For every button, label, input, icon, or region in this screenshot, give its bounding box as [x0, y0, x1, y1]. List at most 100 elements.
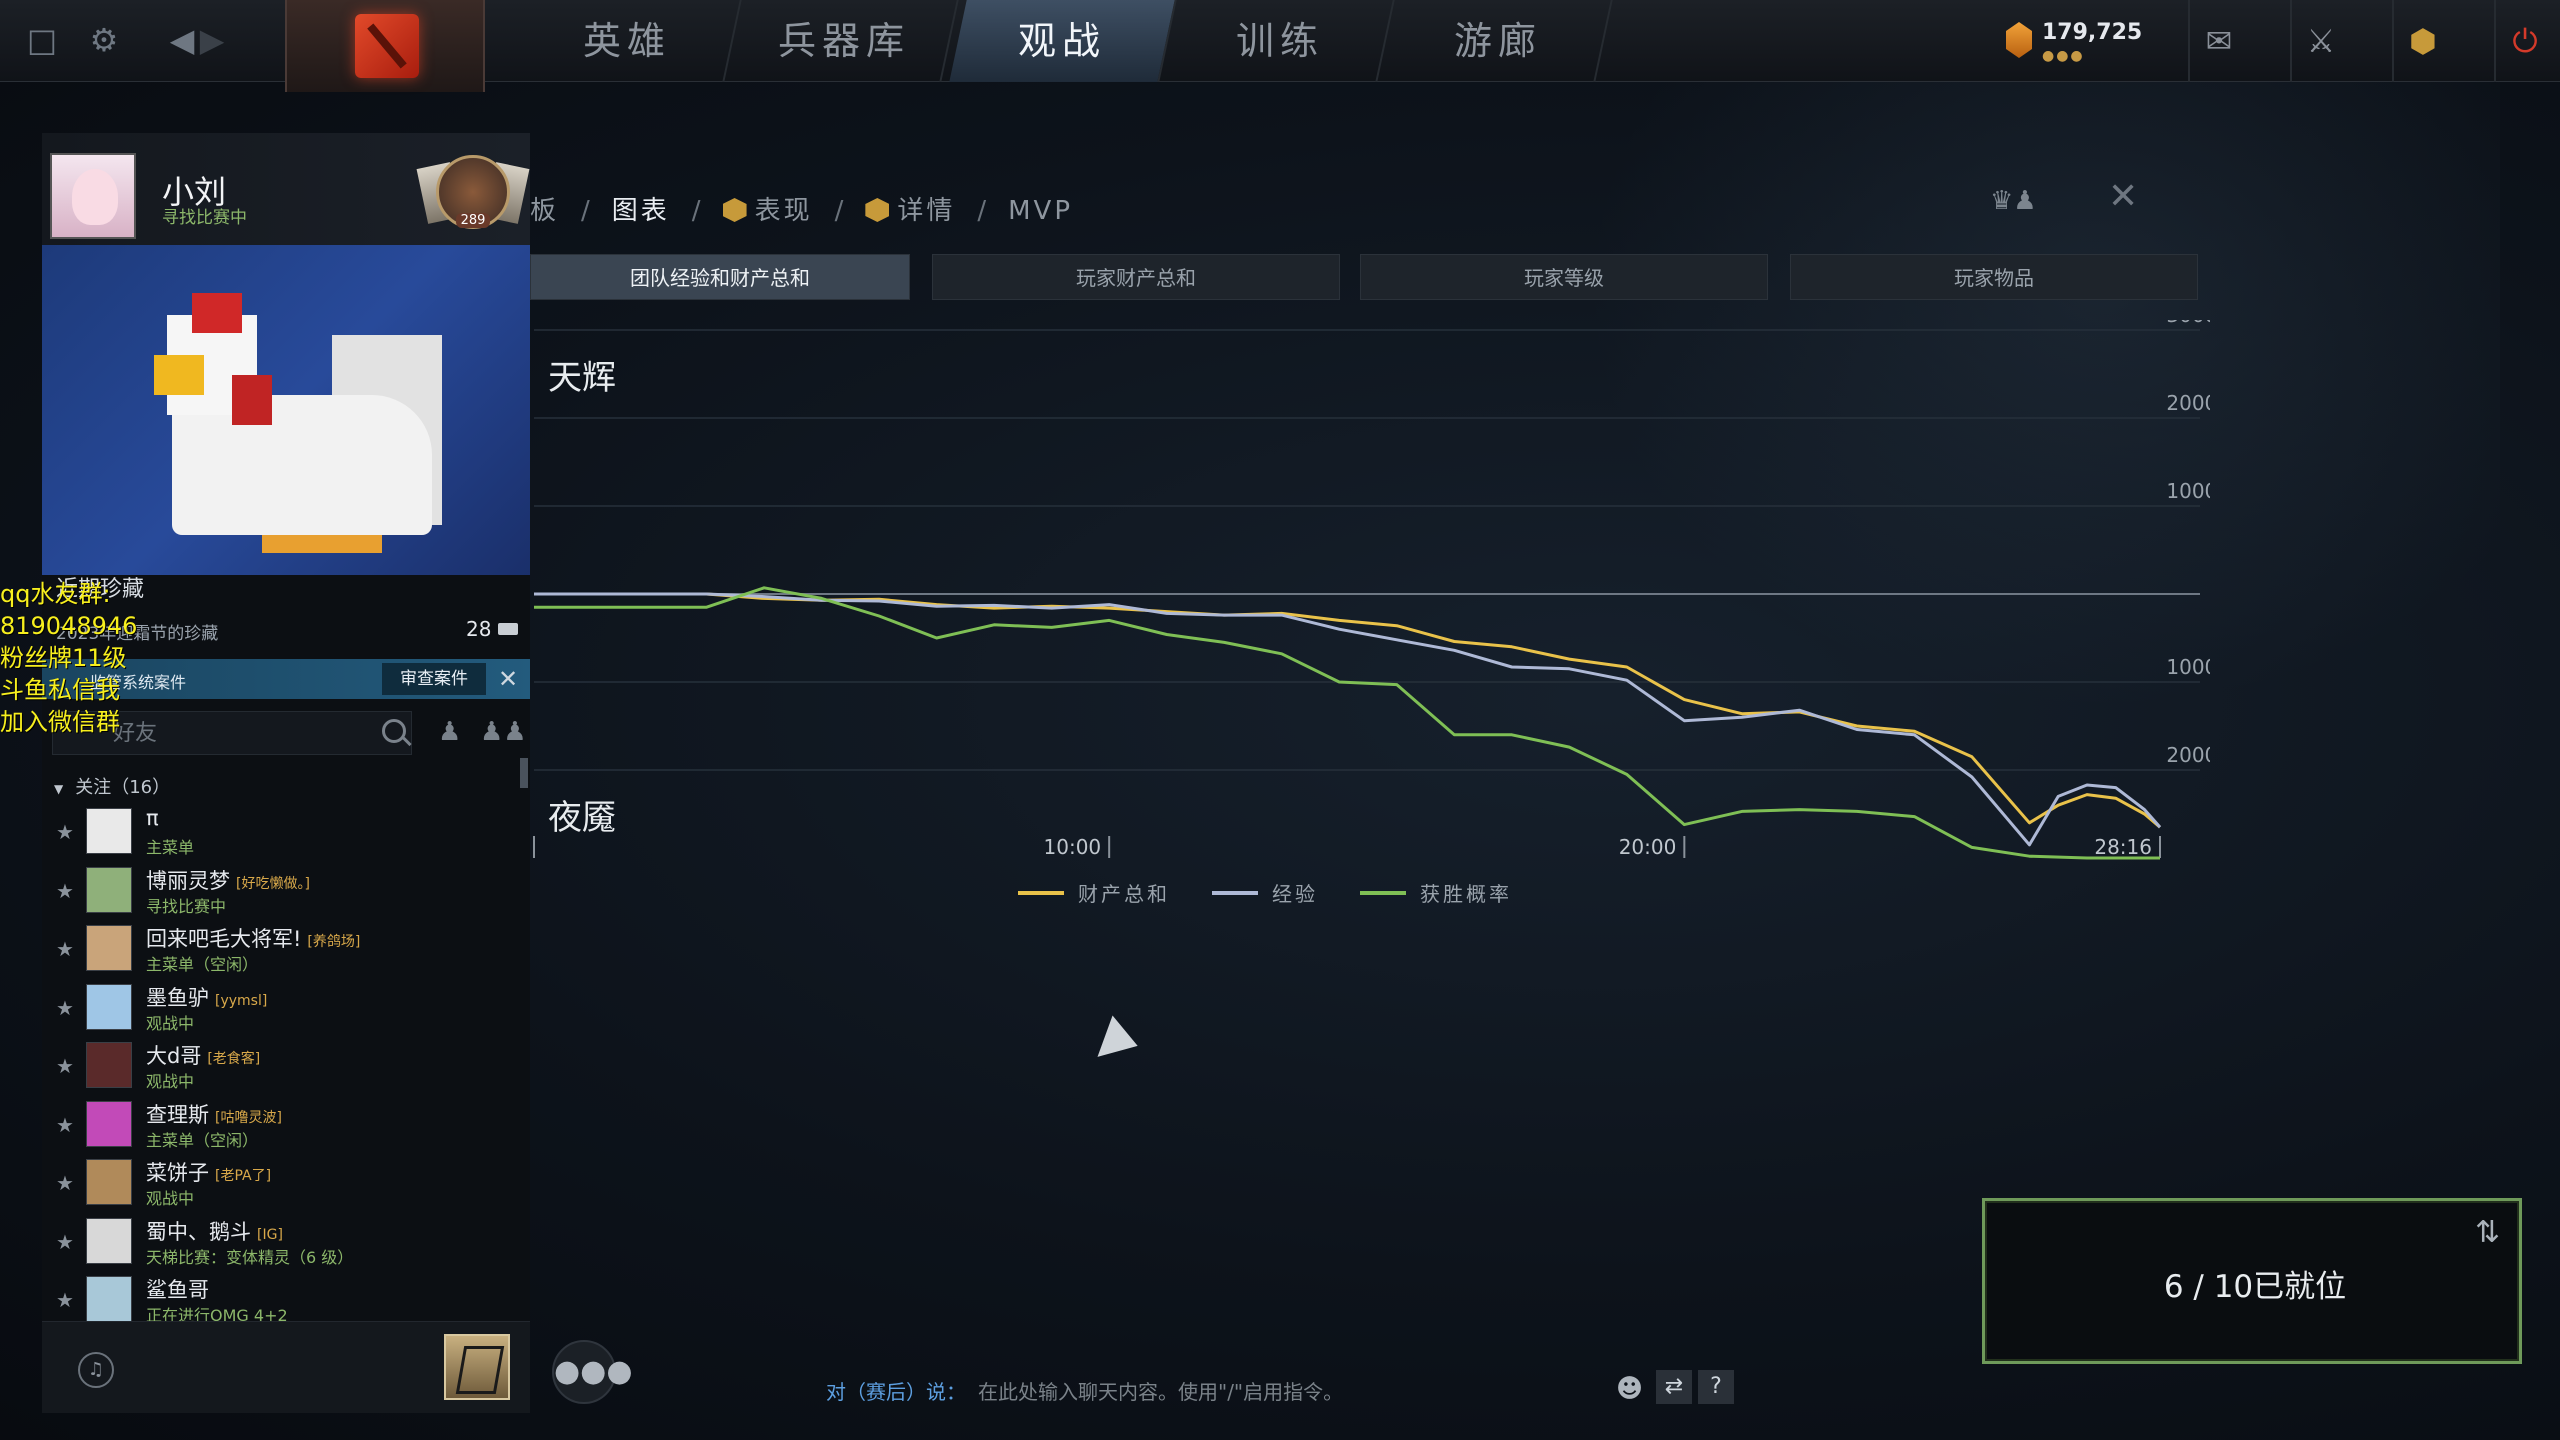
nav-arcade[interactable]: 游廊	[1385, 0, 1613, 82]
nav-armory[interactable]: 兵器库	[731, 0, 959, 82]
subnav-tab[interactable]: 详情	[865, 190, 955, 227]
subnav-tab[interactable]: 图表	[612, 190, 670, 227]
favorite-star-icon[interactable]: ★	[56, 937, 74, 961]
friend-row[interactable]: ★ 博丽灵梦 [好吃懒做。] 寻找比赛中	[42, 863, 530, 921]
friend-avatar[interactable]	[86, 1217, 132, 1264]
swap-icon[interactable]: ⇄	[1656, 1370, 1692, 1404]
chat-input[interactable]: 对（赛后）说： 在此处输入聊天内容。使用"/"启用指令。	[826, 1376, 1343, 1405]
tab-player-level[interactable]: 玩家等级	[1360, 254, 1768, 300]
review-case-button[interactable]: 审查案件	[382, 663, 486, 695]
gear-icon[interactable]: ⚙	[82, 18, 126, 62]
friend-avatar[interactable]	[86, 808, 132, 854]
ready-status-box[interactable]: ⇅ 6 / 10已就位	[1982, 1198, 2522, 1364]
friend-avatar[interactable]	[86, 1100, 132, 1147]
friend-avatar[interactable]	[86, 866, 132, 913]
nav-label: 兵器库	[777, 19, 910, 63]
dota-logo-button[interactable]	[285, 0, 485, 92]
series-line	[534, 586, 2160, 860]
close-icon[interactable]: ✕	[2108, 176, 2138, 217]
friend-row[interactable]: ★ 墨鱼驴 [yymsl] 观战中	[42, 980, 530, 1038]
friend-name: 墨鱼驴 [yymsl]	[146, 982, 267, 1012]
add-friend-icon[interactable]: ♟	[438, 717, 468, 747]
help-icon[interactable]: ?	[1698, 1370, 1734, 1404]
nav-learn[interactable]: 训练	[1167, 0, 1395, 82]
chicken-beak	[154, 355, 204, 395]
rank-medal-icon[interactable]: 289	[416, 135, 530, 239]
party-icon[interactable]: ●●●	[552, 1340, 633, 1404]
friend-tag: [老食客]	[207, 1051, 261, 1067]
following-group-header[interactable]: 关注（16）	[54, 773, 170, 799]
nav-label: 训练	[1235, 19, 1324, 63]
top-bar: □ ⚙ ◀ ▶ 英雄 兵器库 观战 训练 游廊 179,725 ●●● ✉ ⚔ …	[0, 0, 2560, 92]
friend-row[interactable]: ★ 菜饼子 [老PA了] 观战中	[42, 1155, 530, 1213]
tab-player-networth[interactable]: 玩家财产总和	[932, 254, 1340, 300]
legend-item: 财产总和	[1018, 878, 1170, 907]
sort-icon[interactable]: ⇅	[2475, 1215, 2500, 1250]
power-icon[interactable]: ⏻	[2494, 0, 2554, 82]
subnav-tab[interactable]: 板	[530, 190, 559, 227]
favorite-star-icon[interactable]: ★	[56, 1113, 74, 1137]
friend-status: 观战中	[146, 1189, 195, 1208]
tab-team-xp-networth[interactable]: 团队经验和财产总和	[530, 254, 910, 300]
friend-row[interactable]: ★ 蜀中、鹅斗 [IG] 天梯比赛：变体精灵（6 级）	[42, 1214, 530, 1272]
friend-row[interactable]: ★ 回来吧毛大将军! [养鸽场] 主菜单（空闲）	[42, 921, 530, 979]
friend-status: 主菜单（空闲）	[146, 1130, 259, 1150]
favorite-star-icon[interactable]: ★	[56, 879, 74, 903]
plus-shield-icon[interactable]: ⬢	[2392, 0, 2452, 82]
friend-row[interactable]: ★ 查理斯 [咕噜灵波] 主菜单（空闲）	[42, 1097, 530, 1155]
friend-avatar[interactable]	[86, 983, 132, 1030]
friend-status: 观战中	[146, 1072, 195, 1091]
favorite-star-icon[interactable]: ★	[56, 996, 74, 1020]
friend-row[interactable]: ★ 大d哥 [老食客] 观战中	[42, 1038, 530, 1096]
subnav-tab[interactable]: MVP	[1008, 196, 1073, 226]
crown-icon[interactable]: ♛♟	[1990, 186, 2037, 216]
shards-currency[interactable]: 179,725 ●●●	[2006, 18, 2166, 66]
y-tick-label: 20000	[2166, 743, 2210, 767]
friend-name-text: 大d哥	[146, 1044, 202, 1068]
mail-icon[interactable]: ✉	[2188, 0, 2248, 82]
chicken-wattle	[232, 375, 272, 425]
profile-header[interactable]: 小刘 寻找比赛中 289	[42, 133, 530, 245]
shard-icon	[2006, 22, 2032, 58]
favorite-star-icon[interactable]: ★	[56, 820, 74, 844]
favorite-star-icon[interactable]: ★	[56, 1054, 74, 1078]
dota-menu-icon[interactable]: □	[20, 18, 64, 62]
friend-avatar[interactable]	[86, 925, 132, 971]
favorite-star-icon[interactable]: ★	[56, 1171, 74, 1195]
chicken-feet	[262, 535, 382, 553]
avatar[interactable]	[50, 153, 136, 239]
group-icon[interactable]: ♟♟	[480, 717, 527, 747]
profile-status: 寻找比赛中	[162, 208, 247, 228]
favorite-star-icon[interactable]: ★	[56, 1288, 74, 1312]
chat-channel-label: 对（赛后）说：	[826, 1380, 966, 1404]
friend-row[interactable]: ★ π 主菜单	[42, 804, 530, 862]
nav-heroes[interactable]: 英雄	[514, 0, 742, 82]
tab-player-items[interactable]: 玩家物品	[1790, 254, 2198, 300]
scrollbar[interactable]	[520, 758, 528, 788]
friend-name-text: 博丽灵梦	[146, 868, 230, 893]
subnav-label: 表现	[754, 196, 813, 226]
favorite-star-icon[interactable]: ★	[56, 1230, 74, 1254]
y-tick-label: 30000	[2166, 320, 2210, 327]
friend-name-text: 蜀中、鹅斗	[146, 1219, 251, 1244]
emoji-icon[interactable]: ☻	[1616, 1374, 1643, 1404]
friend-name: π	[146, 806, 165, 830]
friend-status: 主菜单（空闲）	[146, 955, 259, 974]
forward-arrow-icon[interactable]: ▶	[190, 18, 234, 62]
subnav-tab[interactable]: 表现	[722, 190, 813, 227]
dota-plus-icon[interactable]	[444, 1334, 510, 1400]
armory-icon[interactable]: ⚔	[2290, 0, 2350, 82]
profile-showcase-image[interactable]	[42, 245, 530, 575]
headset-icon[interactable]: ♫	[78, 1352, 114, 1388]
friend-avatar[interactable]	[86, 1276, 132, 1322]
dire-label: 夜魇	[548, 798, 616, 838]
subnav-label: 图表	[611, 196, 670, 226]
friend-avatar[interactable]	[86, 1042, 132, 1088]
dota-logo-icon	[355, 14, 419, 78]
close-icon[interactable]: ✕	[492, 663, 524, 695]
friend-avatar[interactable]	[86, 1159, 132, 1205]
friend-name-text: 查理斯	[146, 1102, 209, 1127]
nav-watch[interactable]: 观战	[949, 0, 1177, 82]
chart-area: 30000200001000010000200000:0010:0020:002…	[481, 303, 2230, 860]
search-icon[interactable]	[382, 719, 406, 743]
